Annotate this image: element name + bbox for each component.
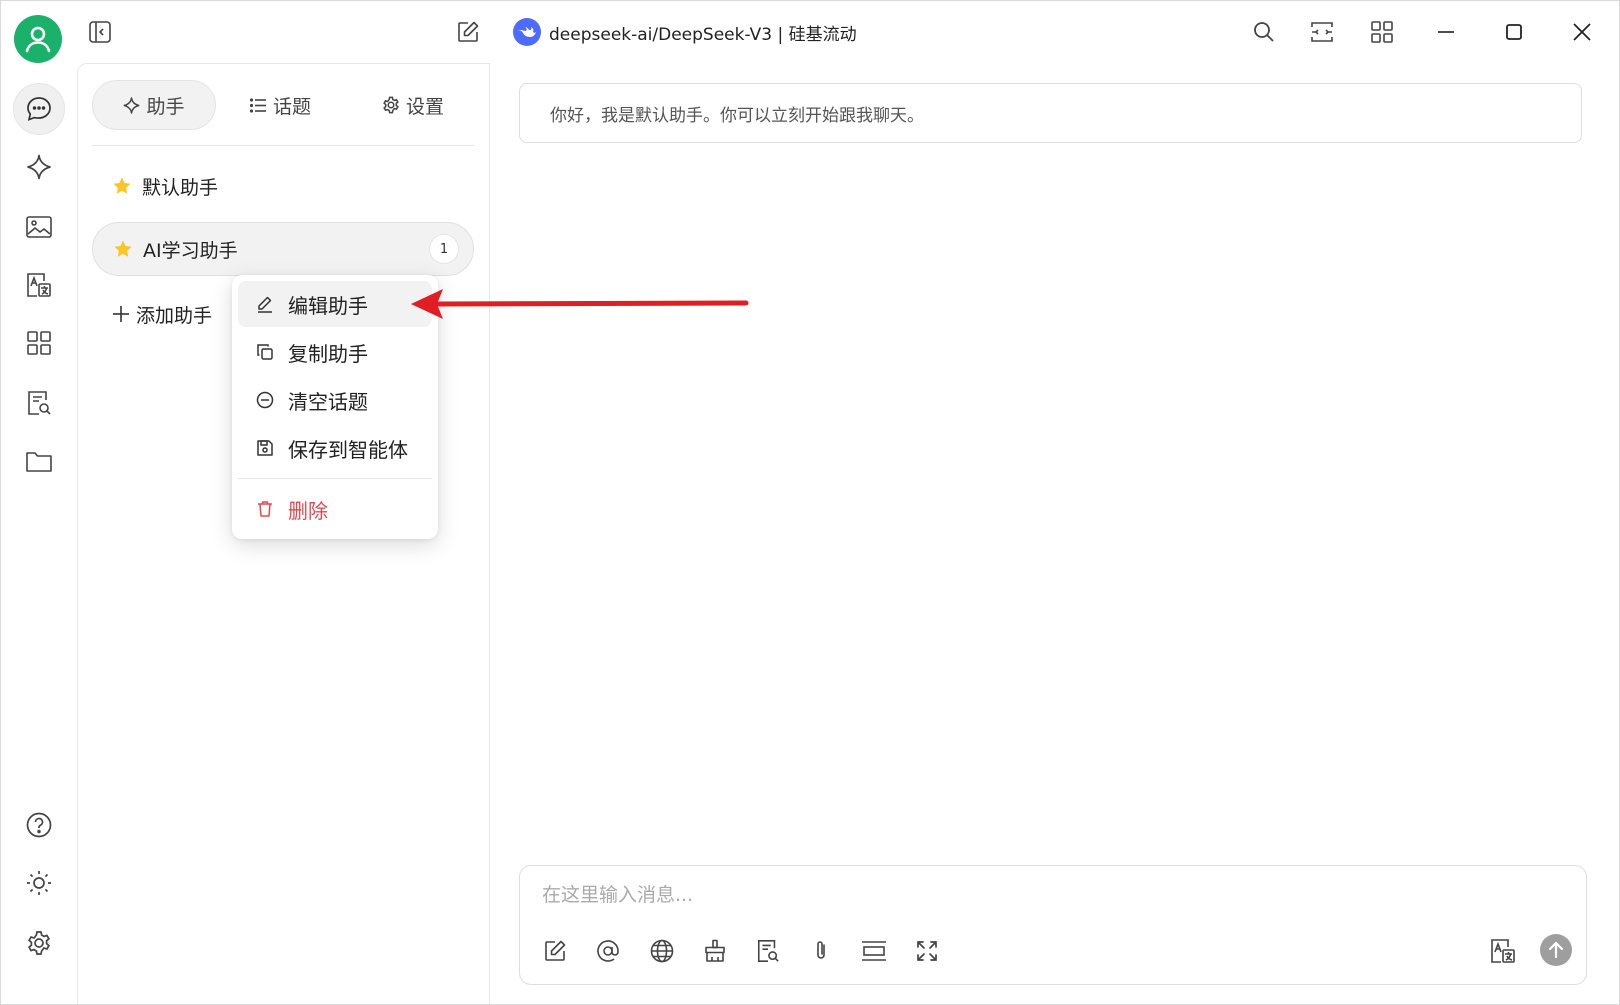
- plus-icon: [112, 305, 130, 323]
- grid-view-icon[interactable]: [1367, 17, 1397, 47]
- document-search-icon[interactable]: [13, 377, 65, 429]
- user-avatar[interactable]: [14, 15, 62, 63]
- app-window: deepseek-ai/DeepSeek-V3 | 硅基流动 助手 话题 设置 …: [0, 0, 1620, 1005]
- tab-assistants[interactable]: 助手: [92, 80, 216, 130]
- message-composer: [519, 865, 1587, 985]
- arrow-up-icon: [1548, 941, 1564, 959]
- menu-item-delete[interactable]: 删除: [238, 486, 432, 532]
- save-icon: [256, 439, 274, 457]
- trash-icon: [256, 500, 274, 518]
- assistant-name: AI学习助手: [143, 239, 238, 262]
- translate-icon[interactable]: [13, 259, 65, 311]
- theme-icon[interactable]: [13, 857, 65, 909]
- search-icon[interactable]: [1249, 17, 1279, 47]
- star-icon: [113, 239, 133, 259]
- clear-context-icon[interactable]: [698, 934, 732, 968]
- knowledge-base-icon[interactable]: [751, 934, 785, 968]
- send-button[interactable]: [1540, 934, 1572, 966]
- tab-label: 助手: [146, 95, 185, 118]
- apps-icon[interactable]: [13, 317, 65, 369]
- add-assistant-button[interactable]: 添加助手: [112, 296, 212, 332]
- edit-icon: [256, 295, 274, 313]
- menu-divider: [238, 478, 432, 479]
- copy-icon: [256, 343, 274, 361]
- deepseek-logo-icon: [513, 18, 541, 46]
- translate-icon[interactable]: [1486, 934, 1520, 968]
- minimize-icon[interactable]: [1431, 17, 1461, 47]
- tab-label: 话题: [273, 95, 312, 118]
- new-topic-icon[interactable]: [538, 934, 572, 968]
- star-icon: [112, 176, 132, 196]
- gear-icon: [382, 96, 400, 114]
- sparkle-icon: [123, 96, 140, 114]
- assistant-item-ai-learning[interactable]: AI学习助手 1: [92, 222, 474, 276]
- menu-label: 编辑助手: [288, 293, 368, 318]
- add-assistant-label: 添加助手: [136, 304, 213, 327]
- folder-icon[interactable]: [13, 435, 65, 487]
- topic-count-badge: 1: [429, 234, 459, 264]
- panel-tabs: 助手 话题 设置: [92, 78, 474, 146]
- assistant-greeting-message: 你好，我是默认助手。你可以立刻开始跟我聊天。: [519, 83, 1582, 143]
- fold-icon[interactable]: [857, 934, 891, 968]
- tab-settings[interactable]: 设置: [382, 80, 444, 130]
- message-input[interactable]: [542, 880, 1442, 910]
- assistant-name: 默认助手: [142, 176, 219, 199]
- menu-label: 复制助手: [288, 341, 368, 366]
- close-icon[interactable]: [1567, 17, 1597, 47]
- menu-item-save-to-agent[interactable]: 保存到智能体: [238, 425, 432, 471]
- tab-label: 设置: [406, 95, 445, 118]
- menu-item-clear-topics[interactable]: 清空话题: [238, 377, 432, 423]
- list-icon: [250, 97, 267, 113]
- help-icon[interactable]: [13, 799, 65, 851]
- attachment-icon[interactable]: [804, 934, 838, 968]
- menu-label: 删除: [288, 498, 328, 523]
- expand-icon[interactable]: [910, 934, 944, 968]
- chat-icon[interactable]: [13, 83, 65, 135]
- new-chat-icon[interactable]: [453, 17, 483, 47]
- sidebar-collapse-icon[interactable]: [85, 17, 115, 47]
- model-selector[interactable]: deepseek-ai/DeepSeek-V3 | 硅基流动: [513, 17, 857, 47]
- image-icon[interactable]: [13, 201, 65, 253]
- title-bar: deepseek-ai/DeepSeek-V3 | 硅基流动: [1, 1, 1619, 63]
- maximize-icon[interactable]: [1499, 17, 1529, 47]
- menu-item-copy-assistant[interactable]: 复制助手: [238, 329, 432, 375]
- mention-icon[interactable]: [591, 934, 625, 968]
- fit-width-icon[interactable]: [1307, 17, 1337, 47]
- model-title-text: deepseek-ai/DeepSeek-V3 | 硅基流动: [549, 24, 857, 45]
- settings-icon[interactable]: [13, 917, 65, 969]
- web-search-icon[interactable]: [645, 934, 679, 968]
- navigation-rail: [1, 63, 77, 1004]
- clear-icon: [256, 391, 274, 409]
- assistant-item-default[interactable]: 默认助手: [92, 159, 474, 213]
- tab-topics[interactable]: 话题: [250, 80, 311, 130]
- sparkle-icon[interactable]: [13, 141, 65, 193]
- menu-item-edit-assistant[interactable]: 编辑助手: [238, 281, 432, 327]
- menu-label: 保存到智能体: [288, 437, 408, 462]
- assistant-context-menu: 编辑助手 复制助手 清空话题 保存到智能体 删除: [232, 275, 438, 539]
- menu-label: 清空话题: [288, 389, 368, 414]
